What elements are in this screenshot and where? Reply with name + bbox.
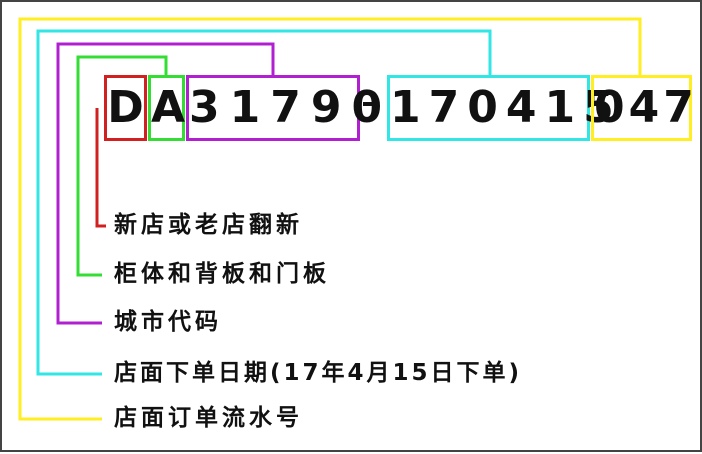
code-city-text: 31790 [189, 82, 393, 133]
code-date-box: 170415 [387, 75, 614, 141]
code-cabinet-box: A [148, 75, 185, 141]
diagram-frame: D A 31790 170415 047 新店或老店翻新 柜体和背板和门板 城市… [0, 0, 702, 452]
code-renovation-text: D [107, 82, 144, 133]
code-serial-box: 047 [591, 75, 694, 141]
code-date-text: 170415 [390, 82, 622, 133]
connector-lines [18, 17, 642, 421]
label-city: 城市代码 [114, 309, 222, 335]
code-cabinet-text: A [151, 82, 186, 133]
label-renovation: 新店或老店翻新 [114, 212, 303, 238]
code-separator [363, 102, 376, 106]
code-renovation-box: D [104, 75, 147, 141]
label-serial: 店面订单流水号 [114, 405, 303, 431]
label-cabinet: 柜体和背板和门板 [114, 261, 330, 287]
code-serial-text: 047 [594, 82, 698, 133]
code-city-box: 31790 [186, 75, 382, 141]
label-date: 店面下单日期(17年4月15日下单) [114, 360, 523, 386]
